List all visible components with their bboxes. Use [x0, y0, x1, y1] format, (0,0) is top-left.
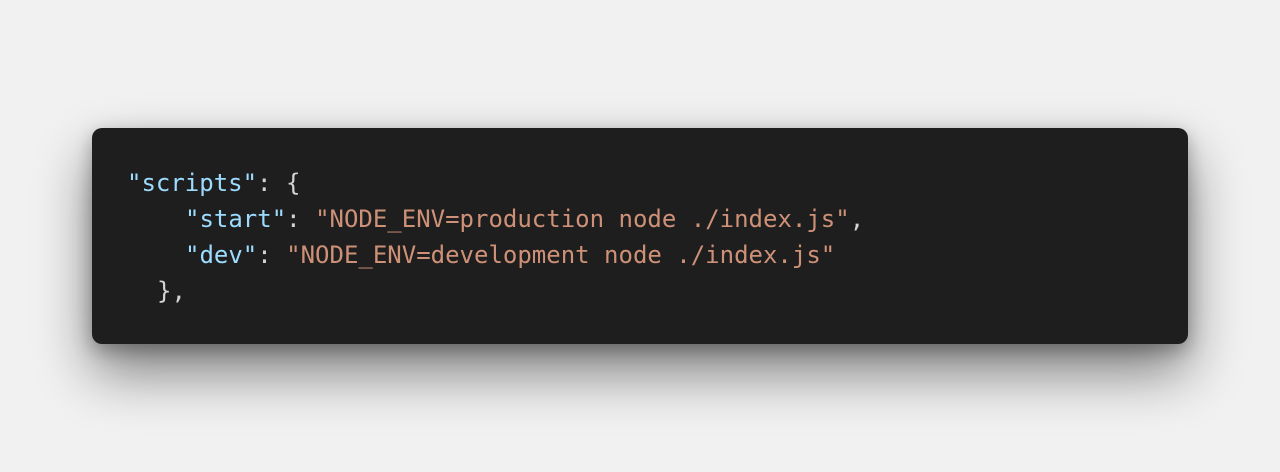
comma: ,: [849, 205, 865, 233]
code-line-close: },: [127, 273, 1188, 309]
code-line-dev: "dev": "NODE_ENV=development node ./inde…: [127, 237, 1188, 273]
open-brace: {: [285, 169, 301, 197]
code-line-scripts: "scripts": {: [127, 165, 1188, 201]
code-line-start: "start": "NODE_ENV=production node ./ind…: [127, 201, 1188, 237]
colon-separator: :: [257, 169, 286, 197]
json-key-dev: "dev": [185, 241, 258, 269]
colon-separator: :: [257, 241, 287, 269]
json-key-start: "start": [185, 205, 287, 233]
json-key-scripts: "scripts": [127, 169, 258, 197]
code-snippet-panel: "scripts": { "start": "NODE_ENV=producti…: [92, 128, 1188, 344]
json-value-start: "NODE_ENV=production node ./index.js": [315, 205, 850, 233]
colon-separator: :: [286, 205, 316, 233]
json-value-dev: "NODE_ENV=development node ./index.js": [286, 241, 836, 269]
close-brace: },: [157, 277, 186, 305]
